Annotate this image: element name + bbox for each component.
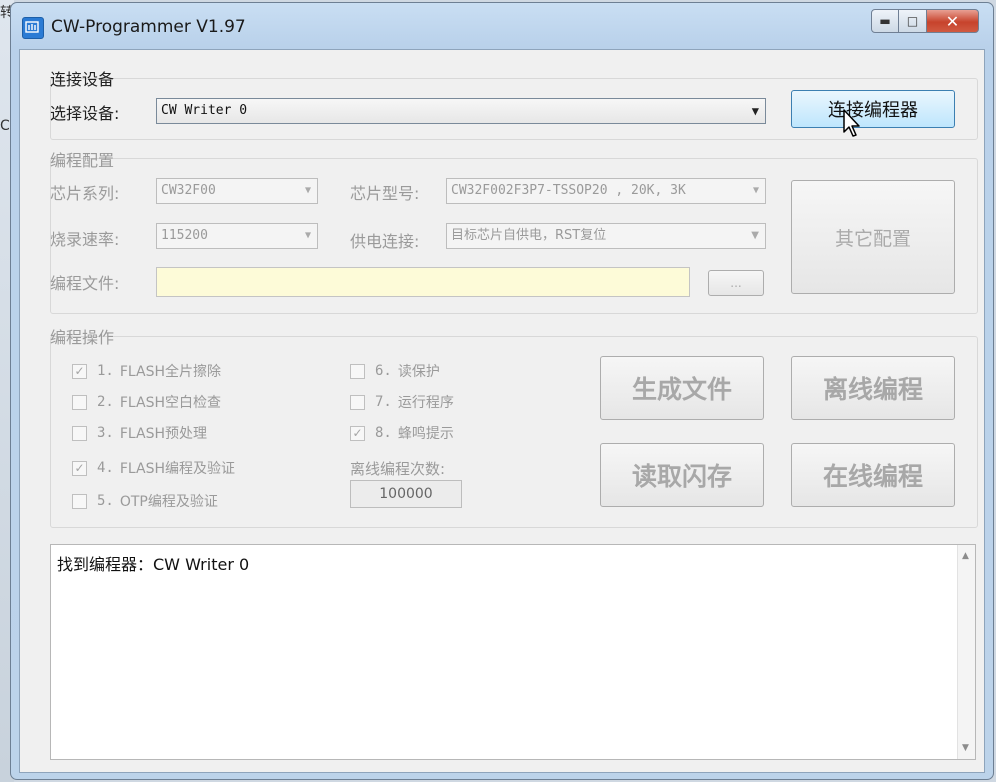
config-group-title: 编程配置 [50, 151, 115, 170]
option-label: OTP编程及验证 [119, 494, 218, 510]
option-number: 5. [97, 493, 114, 509]
option-label: FLASH全片擦除 [119, 364, 222, 380]
option-label: 读保护 [397, 364, 440, 380]
maximize-button[interactable]: □ [899, 9, 927, 33]
online-program-label: 在线编程 [822, 462, 923, 491]
power-connection-value: 目标芯片自供电，RST复位 [451, 228, 607, 243]
offline-count-label: 离线编程次数: [350, 460, 446, 478]
operations-group-title: 编程操作 [50, 328, 115, 347]
option-label: FLASH预处理 [119, 426, 208, 442]
log-scrollbar[interactable]: ▲ ▼ [957, 545, 975, 759]
check-icon: ✓ [74, 364, 85, 378]
program-file-input[interactable] [156, 267, 690, 297]
power-connection-label: 供电连接: [350, 232, 420, 251]
chip-model-select[interactable]: CW32F002F3P7-TSSOP20 , 20K, 3K ▼ [446, 178, 766, 204]
close-icon: ✕ [945, 11, 960, 31]
option-flash-blank-check[interactable]: 2. FLASH空白检查 [72, 391, 221, 413]
dropdown-arrow-icon: ▼ [751, 104, 759, 118]
scroll-up-icon[interactable]: ▲ [962, 551, 969, 561]
check-icon: ✓ [352, 426, 363, 440]
chip-series-value: CW32F00 [161, 183, 216, 198]
generate-file-label: 生成文件 [631, 375, 732, 404]
other-config-button[interactable]: 其它配置 [791, 180, 955, 294]
offline-program-label: 离线编程 [822, 375, 923, 404]
option-label: FLASH编程及验证 [119, 461, 236, 477]
baud-rate-value: 115200 [161, 228, 208, 243]
mouse-cursor-icon [843, 109, 860, 137]
connect-group-title: 连接设备 [50, 70, 115, 89]
checkbox[interactable] [72, 425, 87, 441]
check-icon: ✓ [74, 461, 85, 475]
app-icon[interactable] [22, 17, 44, 39]
checkbox[interactable]: ✓ [72, 363, 87, 379]
chip-series-label: 芯片系列: [50, 184, 120, 203]
checkbox[interactable]: ✓ [350, 425, 365, 441]
baud-rate-select[interactable]: 115200 ▼ [156, 223, 318, 249]
baud-rate-label: 烧录速率: [50, 230, 120, 249]
checkbox[interactable] [350, 394, 365, 410]
checkbox[interactable]: ✓ [72, 460, 87, 476]
connect-programmer-button[interactable]: 连接编程器 [791, 90, 955, 128]
device-select-value: CW Writer 0 [161, 103, 248, 118]
device-select[interactable]: CW Writer 0 ▼ [156, 98, 766, 124]
option-flash-erase[interactable]: ✓ 1. FLASH全片擦除 [72, 360, 221, 382]
browse-label: ... [730, 276, 742, 290]
online-program-button[interactable]: 在线编程 [791, 443, 955, 507]
option-number: 1. [97, 363, 114, 379]
browse-button[interactable]: ... [708, 270, 764, 296]
dropdown-arrow-icon: ▼ [304, 230, 311, 241]
other-config-label: 其它配置 [834, 227, 911, 250]
chip-series-select[interactable]: CW32F00 ▼ [156, 178, 318, 204]
program-file-label: 编程文件: [50, 274, 120, 293]
option-number: 6. [375, 363, 392, 379]
log-text: 找到编程器：CW Writer 0 [57, 555, 250, 574]
offline-count-value: 100000 [379, 486, 433, 502]
select-device-label: 选择设备: [50, 104, 120, 123]
minimize-button[interactable]: ▬ [871, 9, 899, 33]
close-button[interactable]: ✕ [927, 9, 979, 33]
client-area: 连接设备 选择设备: CW Writer 0 ▼ 连接编程器 编程配置 芯片系列… [19, 49, 985, 773]
read-flash-button[interactable]: 读取闪存 [600, 443, 764, 507]
checkbox[interactable] [72, 394, 87, 410]
dropdown-arrow-icon: ▼ [304, 185, 311, 196]
option-label: FLASH空白检查 [119, 395, 222, 411]
option-buzzer[interactable]: ✓ 8. 蜂鸣提示 [350, 422, 454, 444]
option-run-program[interactable]: 7. 运行程序 [350, 391, 454, 413]
scroll-down-icon[interactable]: ▼ [962, 743, 969, 753]
dropdown-arrow-icon: ▼ [752, 185, 759, 196]
option-flash-preprocess[interactable]: 3. FLASH预处理 [72, 422, 207, 444]
chip-model-value: CW32F002F3P7-TSSOP20 , 20K, 3K [451, 183, 686, 198]
option-otp-program-verify[interactable]: 5. OTP编程及验证 [72, 490, 218, 512]
option-number: 2. [97, 394, 114, 410]
power-connection-select[interactable]: 目标芯片自供电，RST复位 ▼ [446, 223, 766, 249]
option-number: 8. [375, 425, 392, 441]
caption-buttons: ▬ □ ✕ [871, 9, 979, 33]
log-output[interactable]: 找到编程器：CW Writer 0 ▲ ▼ [50, 544, 976, 760]
option-read-protect[interactable]: 6. 读保护 [350, 360, 440, 382]
checkbox[interactable] [350, 363, 365, 379]
option-number: 3. [97, 425, 114, 441]
option-number: 4. [97, 460, 114, 476]
read-flash-label: 读取闪存 [631, 462, 732, 491]
title-bar[interactable]: CW-Programmer V1.97 ▬ □ ✕ [11, 3, 993, 49]
chip-model-label: 芯片型号: [350, 184, 420, 203]
window-title: CW-Programmer V1.97 [51, 17, 246, 37]
option-label: 蜂鸣提示 [397, 426, 454, 442]
offline-program-button[interactable]: 离线编程 [791, 356, 955, 420]
checkbox[interactable] [72, 493, 87, 509]
maximize-icon: □ [906, 14, 919, 28]
minimize-icon: ▬ [879, 14, 891, 28]
option-flash-program-verify[interactable]: ✓ 4. FLASH编程及验证 [72, 457, 235, 479]
offline-count-field[interactable]: 100000 [350, 480, 462, 508]
desktop-text: C [0, 118, 10, 134]
generate-file-button[interactable]: 生成文件 [600, 356, 764, 420]
option-number: 7. [375, 394, 392, 410]
dropdown-arrow-icon: ▼ [751, 230, 759, 241]
option-label: 运行程序 [397, 395, 454, 411]
